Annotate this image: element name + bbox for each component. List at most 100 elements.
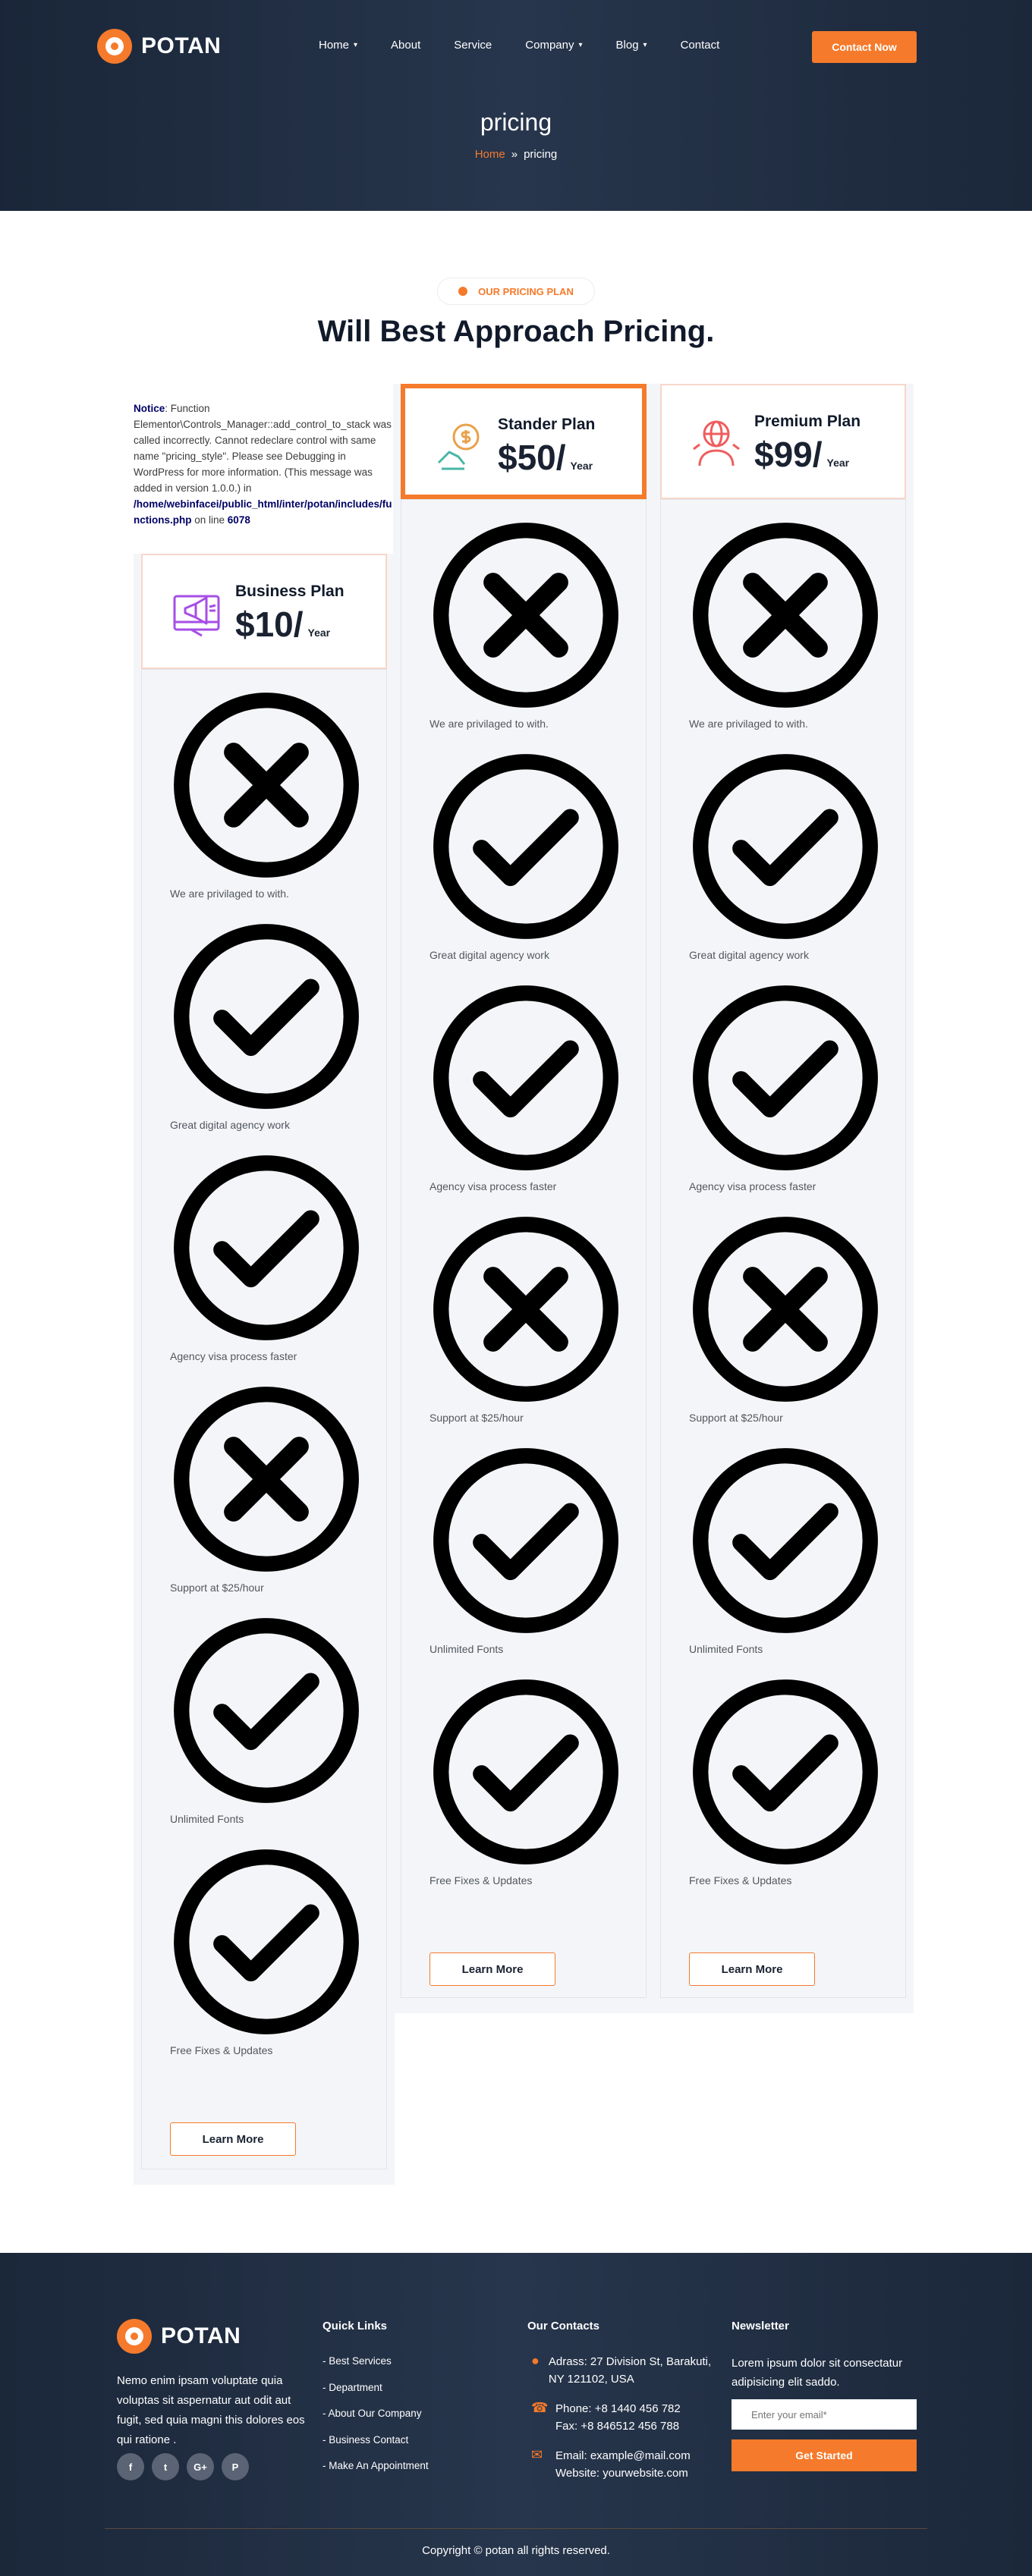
- x-circle-icon: [170, 1383, 363, 1575]
- copyright: Copyright © potan all rights reserved.: [422, 2544, 610, 2557]
- plan-price: $10/Year: [235, 604, 330, 645]
- chevron-down-icon: ▾: [643, 41, 647, 49]
- feature-label: Agency visa process faster: [429, 1180, 557, 1192]
- plan-feature: Free Fixes & Updates: [429, 1676, 627, 1886]
- pinterest-icon[interactable]: P: [222, 2453, 249, 2480]
- newsletter-email-input[interactable]: [732, 2399, 917, 2430]
- feature-label: Unlimited Fonts: [429, 1643, 504, 1655]
- feature-label: Unlimited Fonts: [170, 1813, 244, 1825]
- plan-feature: Support at $25/hour: [429, 1213, 627, 1424]
- learn-more-button[interactable]: Learn More: [689, 1952, 815, 1986]
- x-circle-icon: [429, 519, 622, 712]
- check-circle-icon: [429, 982, 622, 1174]
- envelope-icon: ✉: [531, 2447, 543, 2462]
- breadcrumb-current: pricing: [524, 148, 558, 161]
- nav-label: Blog: [615, 39, 639, 52]
- phone-fax-text: Phone: +8 1440 456 782 Fax: +8 846512 45…: [555, 2400, 681, 2435]
- feature-label: Unlimited Fonts: [689, 1643, 763, 1655]
- nav-item-contact[interactable]: Contact: [681, 39, 720, 52]
- plan-feature: Free Fixes & Updates: [170, 1846, 367, 2056]
- section-title: Will Best Approach Pricing.: [317, 315, 715, 348]
- check-circle-icon: [689, 982, 882, 1174]
- get-started-button[interactable]: Get Started: [732, 2439, 917, 2471]
- nav-item-blog[interactable]: Blog ▾: [616, 39, 647, 52]
- address-text: Adrass: 27 Division St, Barakuti, NY 121…: [548, 2355, 712, 2386]
- check-circle-icon: [429, 750, 622, 943]
- plan-price: $50/Year: [498, 437, 593, 478]
- map-pin-icon: ●: [531, 2353, 540, 2368]
- contacts-title: Our Contacts: [527, 2320, 600, 2333]
- money-idea-icon: [433, 419, 487, 473]
- learn-more-button[interactable]: Learn More: [170, 2122, 296, 2156]
- x-circle-icon: [170, 689, 363, 881]
- footer-link[interactable]: - Make An Appointment: [322, 2460, 429, 2486]
- plan-feature: We are privilaged to with.: [170, 689, 367, 900]
- feature-label: We are privilaged to with.: [429, 718, 549, 730]
- footer-divider: [105, 2528, 927, 2529]
- feature-label: Support at $25/hour: [429, 1412, 524, 1424]
- feature-label: Free Fixes & Updates: [170, 2044, 273, 2056]
- footer-link[interactable]: - About Our Company: [322, 2408, 429, 2434]
- check-circle-icon: [689, 1676, 882, 1868]
- check-circle-icon: [429, 1676, 622, 1868]
- check-circle-icon: [689, 1444, 882, 1637]
- footer-about-text: Nemo enim ipsam voluptate quia voluptas …: [117, 2374, 305, 2446]
- plan-name: Business Plan: [235, 583, 345, 600]
- footer-logo[interactable]: POTAN: [117, 2319, 241, 2354]
- pricing-card-header: Stander Plan $50/Year: [401, 384, 647, 499]
- learn-more-button[interactable]: Learn More: [429, 1952, 555, 1986]
- footer-link[interactable]: - Business Contact: [322, 2434, 429, 2461]
- page-title: pricing: [480, 108, 552, 136]
- site-logo[interactable]: POTAN: [97, 29, 221, 64]
- pricing-card: Premium Plan $99/Year We are privilaged to…: [653, 384, 914, 2013]
- plan-feature: Agency visa process faster: [170, 1151, 367, 1362]
- pricing-card: Business Plan $10/Year We are privilaged t…: [134, 554, 395, 2185]
- social-links: f t G+ P: [117, 2453, 249, 2480]
- price-period: Year: [570, 460, 593, 472]
- chevron-down-icon: ▾: [354, 41, 358, 49]
- x-circle-icon: [689, 1213, 882, 1406]
- logo-text: POTAN: [141, 33, 222, 58]
- twitter-icon[interactable]: t: [152, 2453, 179, 2480]
- contact-phone: ☎ Phone: +8 1440 456 782 Fax: +8 846512 …: [531, 2400, 728, 2435]
- plan-feature: We are privilaged to with.: [689, 519, 886, 730]
- nav-item-service[interactable]: Service: [454, 39, 492, 52]
- megaphone-icon: [170, 586, 225, 640]
- nav-item-company[interactable]: Company ▾: [525, 39, 582, 52]
- fax-text: Fax: +8 846512 456 788: [555, 2420, 680, 2433]
- email-text[interactable]: Email: example@mail.com: [555, 2447, 691, 2464]
- check-circle-icon: [689, 750, 882, 943]
- plan-feature: Agency visa process faster: [429, 982, 627, 1192]
- google-plus-icon[interactable]: G+: [187, 2453, 214, 2480]
- notice-line-number: 6078: [227, 514, 250, 526]
- pricing-card-header: Business Plan $10/Year: [141, 554, 387, 669]
- chevron-down-icon: ▾: [578, 41, 583, 49]
- main-nav: Home ▾ About Service Company ▾ Blog ▾ Conta…: [319, 39, 753, 52]
- check-circle-icon: [170, 1614, 363, 1807]
- nav-label: Home: [319, 39, 350, 52]
- feature-label: Great digital agency work: [170, 1119, 290, 1131]
- notice-label: Notice: [134, 403, 165, 414]
- plan-feature: Agency visa process faster: [689, 982, 886, 1192]
- nav-item-home[interactable]: Home ▾: [319, 39, 357, 52]
- breadcrumb-separator: »: [511, 148, 518, 161]
- plan-name: Stander Plan: [498, 416, 596, 433]
- plan-name: Premium Plan: [754, 413, 861, 430]
- plan-feature: Free Fixes & Updates: [689, 1676, 886, 1886]
- newsletter-text: Lorem ipsum dolor sit consectatur adipis…: [732, 2357, 903, 2389]
- email-website-text: Email: example@mail.com Website: yourweb…: [555, 2447, 691, 2482]
- contact-now-button[interactable]: Contact Now: [812, 31, 917, 63]
- dot-icon: [458, 287, 468, 296]
- footer-link[interactable]: - Best Services: [322, 2355, 429, 2382]
- facebook-icon[interactable]: f: [117, 2453, 144, 2480]
- breadcrumb-home-link[interactable]: Home: [475, 148, 505, 161]
- website-text[interactable]: Website: yourwebsite.com: [555, 2464, 691, 2482]
- contact-info: ● Adrass: 27 Division St, Barakuti, NY 1…: [531, 2353, 728, 2494]
- plan-feature: We are privilaged to with.: [429, 519, 627, 730]
- nav-item-about[interactable]: About: [391, 39, 420, 52]
- footer-link[interactable]: - Department: [322, 2382, 429, 2408]
- feature-label: Support at $25/hour: [689, 1412, 783, 1424]
- feature-label: Agency visa process faster: [689, 1180, 816, 1192]
- phone-icon: ☎: [531, 2400, 549, 2415]
- contact-email: ✉ Email: example@mail.com Website: yourw…: [531, 2447, 728, 2482]
